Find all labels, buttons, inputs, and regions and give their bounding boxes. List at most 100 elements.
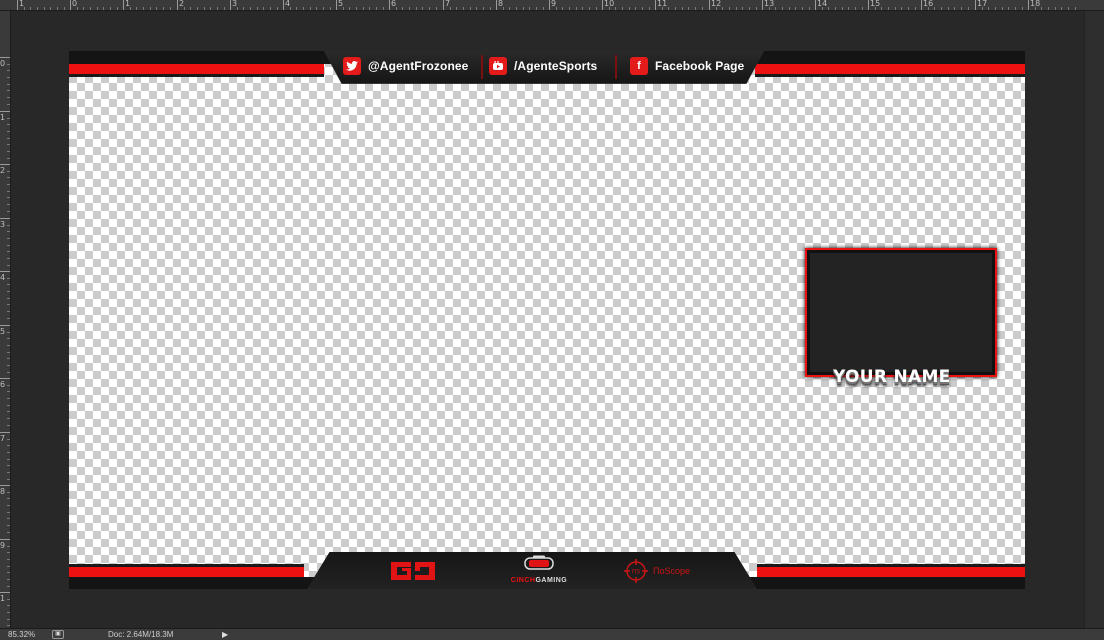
ruler-minor-tick [290, 7, 291, 10]
ruler-minor-tick [7, 391, 10, 392]
ruler-minor-tick [77, 7, 78, 10]
ruler-minor-tick [934, 7, 935, 10]
ruler-minor-tick [7, 512, 10, 513]
ruler-minor-tick [243, 7, 244, 10]
ruler-major-tick [230, 0, 231, 10]
ruler-minor-tick [150, 7, 151, 10]
top-red-stripe-right [755, 64, 1025, 77]
ruler-minor-tick [615, 7, 616, 10]
ruler-minor-tick [7, 411, 10, 412]
vertical-scrollbar[interactable] [1084, 11, 1104, 628]
ruler-minor-tick [7, 278, 10, 279]
ruler-minor-tick [7, 625, 10, 626]
ruler-major-tick [0, 325, 10, 326]
ruler-minor-tick [210, 7, 211, 10]
bottom-red-stripe-left [69, 564, 304, 577]
ruler-minor-tick [7, 566, 10, 567]
ruler-label: 1 [0, 113, 6, 122]
vertical-ruler[interactable]: 0 1 2 3 4 5 6 7 8 9 1 [0, 11, 11, 628]
ruler-minor-tick [7, 552, 10, 553]
ruler-minor-tick [7, 177, 10, 178]
ruler-minor-tick [383, 7, 384, 10]
ruler-minor-tick [682, 7, 683, 10]
ruler-minor-tick [163, 7, 164, 10]
ruler-minor-tick [7, 352, 10, 353]
ruler-minor-tick [1068, 7, 1069, 10]
ruler-minor-tick [224, 7, 225, 10]
ruler-minor-tick [716, 7, 717, 10]
ruler-label: 4 [0, 273, 6, 282]
ruler-minor-tick [429, 7, 430, 10]
ruler-major-tick [123, 0, 124, 10]
photoshop-workspace: 1 0 1 2 3 4 5 6 7 8 9 10 11 12 13 14 15 16 17 18 0 1 2 3 4 5 6 7 8 9… [0, 0, 1104, 640]
youtube-icon [489, 57, 507, 75]
ruler-minor-tick [635, 7, 636, 10]
webcam-name-label: YOUR NAME [833, 367, 951, 387]
ruler-minor-tick [529, 7, 530, 10]
cinch-gaming-wordmark: CINCHGAMING [510, 577, 568, 584]
ruler-minor-tick [50, 7, 51, 10]
ruler-minor-tick [369, 7, 370, 10]
ruler-label: 1 [0, 594, 6, 603]
ruler-minor-tick [736, 7, 737, 10]
ruler-minor-tick [7, 479, 10, 480]
ruler-minor-tick [7, 559, 10, 560]
ruler-minor-tick [7, 225, 10, 226]
ruler-minor-tick [476, 7, 477, 10]
document-size-info: Doc: 2.64M/18.3M [108, 630, 174, 639]
ruler-minor-tick [7, 298, 10, 299]
ruler-major-tick [336, 0, 337, 10]
social-youtube: /AgenteSports [489, 54, 597, 78]
bottom-red-stripe-right [757, 564, 1025, 577]
ruler-minor-tick [7, 372, 10, 373]
webcam-frame [805, 248, 997, 377]
ruler-minor-tick [954, 7, 955, 10]
ruler-minor-tick [7, 77, 10, 78]
team-logo-icon [391, 562, 435, 580]
ruler-minor-tick [742, 7, 743, 10]
ruler-minor-tick [83, 7, 84, 10]
social-separator [481, 55, 483, 79]
ruler-minor-tick [7, 191, 10, 192]
ruler-label: 6 [0, 380, 6, 389]
ruler-minor-tick [130, 7, 131, 10]
ruler-minor-tick [422, 7, 423, 10]
ruler-minor-tick [982, 7, 983, 10]
ruler-minor-tick [204, 7, 205, 10]
twitter-handle: @AgentFrozonee [368, 59, 469, 73]
ruler-minor-tick [7, 211, 10, 212]
ruler-label: 8 [0, 487, 6, 496]
document-canvas[interactable]: @AgentFrozonee /AgenteSports f Facebook … [69, 51, 1025, 589]
ruler-label: 5 [0, 327, 6, 336]
ruler-minor-tick [702, 7, 703, 10]
ruler-minor-tick [536, 7, 537, 10]
ruler-minor-tick [330, 7, 331, 10]
ruler-minor-tick [310, 7, 311, 10]
ruler-minor-tick [1022, 7, 1023, 10]
ruler-minor-tick [90, 7, 91, 10]
ruler-major-tick [389, 0, 390, 10]
ruler-minor-tick [695, 7, 696, 10]
ruler-minor-tick [7, 245, 10, 246]
ruler-minor-tick [7, 258, 10, 259]
ruler-minor-tick [97, 7, 98, 10]
social-twitter: @AgentFrozonee [343, 54, 468, 78]
ruler-minor-tick [343, 7, 344, 10]
status-menu-arrow-icon[interactable]: ▶ [222, 630, 228, 639]
ruler-minor-tick [888, 7, 889, 10]
ruler-minor-tick [376, 7, 377, 10]
document-icon[interactable]: ▣ [52, 630, 64, 639]
horizontal-ruler[interactable]: 1 0 1 2 3 4 5 6 7 8 9 10 11 12 13 14 15 16 17 18 [0, 0, 1104, 11]
ruler-minor-tick [769, 7, 770, 10]
ruler-minor-tick [7, 619, 10, 620]
ruler-minor-tick [835, 7, 836, 10]
ruler-minor-tick [543, 7, 544, 10]
ruler-minor-tick [7, 204, 10, 205]
ruler-minor-tick [57, 7, 58, 10]
zoom-level[interactable]: 85.32% [8, 630, 35, 639]
ruler-minor-tick [436, 7, 437, 10]
ruler-minor-tick [7, 532, 10, 533]
ruler-minor-tick [562, 7, 563, 10]
ruler-minor-tick [842, 7, 843, 10]
ruler-minor-tick [184, 7, 185, 10]
